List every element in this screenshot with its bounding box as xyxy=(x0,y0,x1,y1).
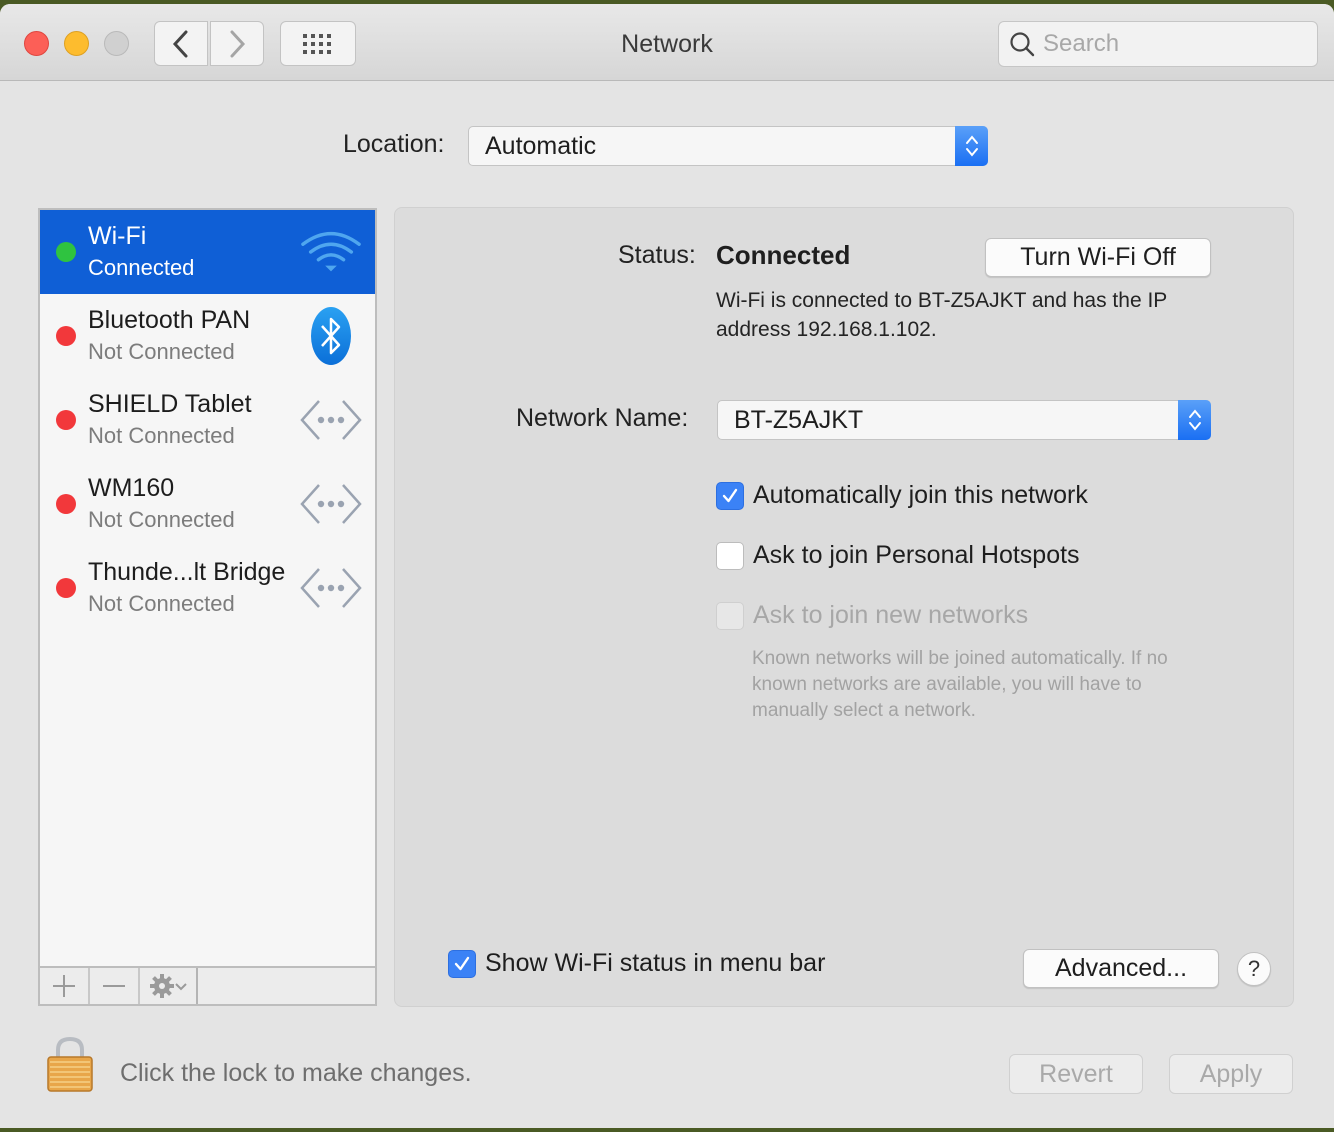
popup-arrows-icon xyxy=(955,126,988,166)
location-label: Location: xyxy=(343,130,445,158)
auto-join-checkbox[interactable] xyxy=(716,481,744,510)
auto-join-checkbox-row[interactable]: Automatically join this network xyxy=(716,481,1088,510)
location-popup[interactable]: Automatic xyxy=(468,126,988,166)
new-networks-checkbox-row: Ask to join new networks xyxy=(716,601,1028,630)
status-value: Connected xyxy=(716,240,851,270)
help-button[interactable]: ? xyxy=(1237,952,1271,986)
new-networks-checkbox xyxy=(716,601,744,630)
service-item-shield-tablet[interactable]: SHIELD Tablet Not Connected xyxy=(40,378,375,462)
network-name-popup[interactable]: BT-Z5AJKT xyxy=(717,400,1211,440)
service-item-wm160[interactable]: WM160 Not Connected xyxy=(40,462,375,546)
service-item-thunderbolt-bridge[interactable]: Thunde...lt Bridge Not Connected xyxy=(40,546,375,630)
chevron-down-icon xyxy=(175,983,187,991)
service-status: Connected xyxy=(88,255,195,280)
known-networks-hint: Known networks will be joined automatica… xyxy=(752,648,1168,721)
lock-message: Click the lock to make changes. xyxy=(120,1059,472,1087)
service-actions-menu-button[interactable] xyxy=(140,968,198,1004)
service-name: SHIELD Tablet xyxy=(88,390,252,418)
service-status: Not Connected xyxy=(88,507,235,532)
personal-hotspots-checkbox[interactable] xyxy=(716,541,744,570)
auto-join-label: Automatically join this network xyxy=(753,481,1088,509)
show-wifi-status-label: Show Wi-Fi status in menu bar xyxy=(485,949,826,977)
service-name: Wi-Fi xyxy=(88,222,147,250)
turn-wifi-off-button[interactable]: Turn Wi-Fi Off xyxy=(985,238,1211,277)
personal-hotspots-label: Ask to join Personal Hotspots xyxy=(753,541,1080,569)
network-name-value: BT-Z5AJKT xyxy=(734,405,864,434)
gear-icon xyxy=(150,974,174,998)
status-dot-connected xyxy=(56,242,76,262)
bluetooth-icon xyxy=(299,304,363,368)
search-input[interactable] xyxy=(1043,30,1303,58)
status-dot-disconnected xyxy=(56,410,76,430)
service-name: Thunde...lt Bridge xyxy=(88,558,286,586)
checkmark-icon xyxy=(722,488,738,502)
services-list-toolbar xyxy=(38,966,377,1006)
wifi-icon xyxy=(299,220,363,284)
title-bar: Network xyxy=(0,4,1334,81)
network-services-list: Wi-Fi Connected Bluetooth PAN Not Connec… xyxy=(38,208,377,968)
show-wifi-status-checkbox[interactable] xyxy=(448,949,476,978)
checkmark-icon xyxy=(454,956,470,970)
plus-icon xyxy=(53,975,75,997)
service-name: Bluetooth PAN xyxy=(88,306,251,334)
ethernet-dots-icon xyxy=(299,388,363,452)
advanced-button[interactable]: Advanced... xyxy=(1023,949,1219,988)
service-item-bluetooth-pan[interactable]: Bluetooth PAN Not Connected xyxy=(40,294,375,378)
show-wifi-status-checkbox-row[interactable]: Show Wi-Fi status in menu bar xyxy=(448,949,825,978)
status-dot-disconnected xyxy=(56,578,76,598)
service-status: Not Connected xyxy=(88,423,235,448)
service-status: Not Connected xyxy=(88,339,235,364)
status-dot-disconnected xyxy=(56,494,76,514)
status-label: Status: xyxy=(618,241,696,269)
remove-service-button[interactable] xyxy=(90,968,140,1004)
network-preferences-window: Network Location: Automatic Wi-Fi Connec… xyxy=(0,4,1334,1128)
status-dot-disconnected xyxy=(56,326,76,346)
minus-icon xyxy=(103,985,125,987)
location-value: Automatic xyxy=(485,131,597,160)
lock-icon[interactable] xyxy=(44,1036,96,1093)
add-service-button[interactable] xyxy=(40,968,90,1004)
service-name: WM160 xyxy=(88,474,175,502)
service-item-wifi[interactable]: Wi-Fi Connected xyxy=(40,210,375,294)
ethernet-dots-icon xyxy=(299,472,363,536)
new-networks-label: Ask to join new networks xyxy=(753,601,1029,629)
search-field[interactable] xyxy=(998,21,1318,67)
apply-button[interactable]: Apply xyxy=(1169,1054,1293,1094)
network-name-label: Network Name: xyxy=(516,404,689,432)
ethernet-dots-icon xyxy=(299,556,363,620)
revert-button[interactable]: Revert xyxy=(1009,1054,1143,1094)
popup-arrows-icon xyxy=(1178,400,1211,440)
service-status: Not Connected xyxy=(88,591,235,616)
status-description: Wi-Fi is connected to BT-Z5AJKT and has … xyxy=(716,289,1167,341)
search-icon xyxy=(1010,32,1035,57)
personal-hotspots-checkbox-row[interactable]: Ask to join Personal Hotspots xyxy=(716,541,1080,570)
